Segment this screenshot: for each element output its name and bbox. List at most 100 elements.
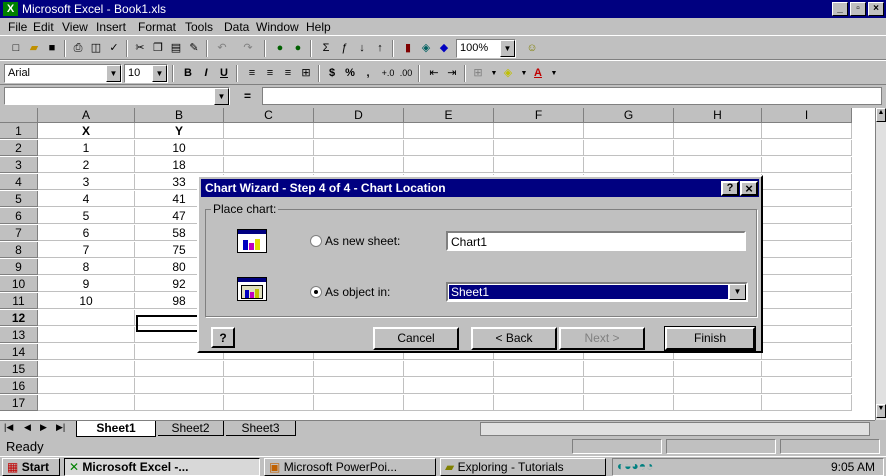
excel-icon[interactable]: X bbox=[3, 2, 18, 16]
new-sheet-name-input[interactable]: Chart1 bbox=[446, 231, 746, 251]
task-powerpoint[interactable]: ▣ Microsoft PowerPoi... bbox=[264, 458, 436, 476]
decrease-decimal-icon[interactable]: .00 bbox=[398, 66, 414, 81]
cell-i15[interactable] bbox=[762, 361, 852, 377]
row-header-10[interactable]: 10 bbox=[0, 276, 38, 292]
cell-b1[interactable]: Y bbox=[135, 123, 224, 139]
menu-view[interactable]: View bbox=[62, 20, 88, 34]
select-all-corner[interactable] bbox=[0, 108, 38, 123]
cell-i12[interactable] bbox=[762, 310, 852, 326]
map-icon[interactable]: ◈ bbox=[418, 41, 434, 56]
cell-i7[interactable] bbox=[762, 225, 852, 241]
row-header-8[interactable]: 8 bbox=[0, 242, 38, 258]
cell-f1[interactable] bbox=[494, 123, 584, 139]
cell-e16[interactable] bbox=[404, 378, 494, 394]
redo-icon[interactable]: ↷ bbox=[240, 41, 256, 56]
last-sheet-icon[interactable]: ▶| bbox=[56, 422, 65, 433]
cell-a9[interactable]: 8 bbox=[38, 259, 135, 275]
row-header-12[interactable]: 12 bbox=[0, 310, 38, 326]
sort-descending-icon[interactable]: ↑ bbox=[372, 41, 388, 56]
cell-h2[interactable] bbox=[674, 140, 762, 156]
percent-icon[interactable]: % bbox=[342, 66, 358, 81]
row-header-17[interactable]: 17 bbox=[0, 395, 38, 411]
dialog-help-button[interactable]: ? bbox=[721, 181, 739, 196]
currency-icon[interactable]: $ bbox=[324, 66, 340, 81]
formula-input[interactable] bbox=[262, 87, 882, 105]
row-header-11[interactable]: 11 bbox=[0, 293, 38, 309]
cell-a5[interactable]: 4 bbox=[38, 191, 135, 207]
tab-sheet3[interactable]: Sheet3 bbox=[226, 421, 296, 436]
increase-decimal-icon[interactable]: +.0 bbox=[380, 66, 396, 81]
row-header-5[interactable]: 5 bbox=[0, 191, 38, 207]
cell-f17[interactable] bbox=[494, 395, 584, 411]
cell-c15[interactable] bbox=[224, 361, 314, 377]
cell-a7[interactable]: 6 bbox=[38, 225, 135, 241]
cell-g17[interactable] bbox=[584, 395, 674, 411]
cell-i4[interactable] bbox=[762, 174, 852, 190]
chevron-down-icon[interactable]: ▼ bbox=[729, 284, 746, 300]
chevron-down-icon[interactable]: ▼ bbox=[152, 65, 167, 82]
drawing-icon[interactable]: ◆ bbox=[436, 41, 452, 56]
office-assistant-button[interactable]: ? bbox=[211, 327, 235, 348]
cell-g16[interactable] bbox=[584, 378, 674, 394]
menu-edit[interactable]: Edit bbox=[33, 20, 54, 34]
object-in-radio[interactable] bbox=[310, 286, 322, 298]
cell-a4[interactable]: 3 bbox=[38, 174, 135, 190]
row-header-13[interactable]: 13 bbox=[0, 327, 38, 343]
italic-button[interactable]: I bbox=[198, 66, 214, 81]
menu-file[interactable]: File bbox=[8, 20, 27, 34]
row-header-4[interactable]: 4 bbox=[0, 174, 38, 190]
cell-f16[interactable] bbox=[494, 378, 584, 394]
align-left-icon[interactable]: ≡ bbox=[244, 66, 260, 81]
menu-help[interactable]: Help bbox=[306, 20, 331, 34]
align-center-icon[interactable]: ≡ bbox=[262, 66, 278, 81]
chart-wizard-icon[interactable]: ▮ bbox=[400, 41, 416, 56]
cell-d1[interactable] bbox=[314, 123, 404, 139]
cell-a16[interactable] bbox=[38, 378, 135, 394]
undo-icon[interactable]: ↶ bbox=[214, 41, 230, 56]
cell-a11[interactable]: 10 bbox=[38, 293, 135, 309]
first-sheet-icon[interactable]: |◀ bbox=[4, 422, 13, 433]
open-icon[interactable]: ▰ bbox=[26, 41, 42, 56]
prev-sheet-icon[interactable]: ◀ bbox=[24, 422, 31, 433]
row-header-16[interactable]: 16 bbox=[0, 378, 38, 394]
row-header-3[interactable]: 3 bbox=[0, 157, 38, 173]
column-header-b[interactable]: B bbox=[135, 108, 224, 123]
cell-i3[interactable] bbox=[762, 157, 852, 173]
comma-icon[interactable]: , bbox=[360, 66, 376, 81]
chevron-down-icon[interactable]: ▼ bbox=[106, 65, 121, 82]
cell-a1[interactable]: X bbox=[38, 123, 135, 139]
cell-b2[interactable]: 10 bbox=[135, 140, 224, 156]
format-painter-icon[interactable]: ✎ bbox=[186, 41, 202, 56]
cell-f3[interactable] bbox=[494, 157, 584, 173]
column-header-d[interactable]: D bbox=[314, 108, 404, 123]
chevron-down-icon[interactable]: ▼ bbox=[546, 66, 562, 81]
cell-d2[interactable] bbox=[314, 140, 404, 156]
web-toolbar-icon[interactable]: ● bbox=[272, 41, 288, 56]
equals-button[interactable]: = bbox=[244, 89, 251, 103]
cell-c17[interactable] bbox=[224, 395, 314, 411]
tab-sheet2[interactable]: Sheet2 bbox=[158, 421, 224, 436]
spelling-icon[interactable]: ✓ bbox=[106, 41, 122, 56]
cell-e15[interactable] bbox=[404, 361, 494, 377]
copy-icon[interactable]: ❐ bbox=[150, 41, 166, 56]
cell-i16[interactable] bbox=[762, 378, 852, 394]
menu-window[interactable]: Window bbox=[256, 20, 299, 34]
autosum-icon[interactable]: Σ bbox=[318, 41, 334, 56]
row-header-15[interactable]: 15 bbox=[0, 361, 38, 377]
task-excel[interactable]: ✕ Microsoft Excel -... bbox=[64, 458, 260, 476]
fill-color-icon[interactable]: ◈ bbox=[500, 66, 516, 81]
cell-e2[interactable] bbox=[404, 140, 494, 156]
cell-h17[interactable] bbox=[674, 395, 762, 411]
increase-indent-icon[interactable]: ⇥ bbox=[444, 66, 460, 81]
cell-i17[interactable] bbox=[762, 395, 852, 411]
print-preview-icon[interactable]: ◫ bbox=[88, 41, 104, 56]
cell-g1[interactable] bbox=[584, 123, 674, 139]
cell-g3[interactable] bbox=[584, 157, 674, 173]
cell-f2[interactable] bbox=[494, 140, 584, 156]
cancel-button[interactable]: Cancel bbox=[373, 327, 459, 350]
new-sheet-radio[interactable] bbox=[310, 235, 322, 247]
minimize-button[interactable]: _ bbox=[832, 2, 848, 16]
cell-a8[interactable]: 7 bbox=[38, 242, 135, 258]
tab-sheet1[interactable]: Sheet1 bbox=[76, 421, 156, 437]
cell-c3[interactable] bbox=[224, 157, 314, 173]
